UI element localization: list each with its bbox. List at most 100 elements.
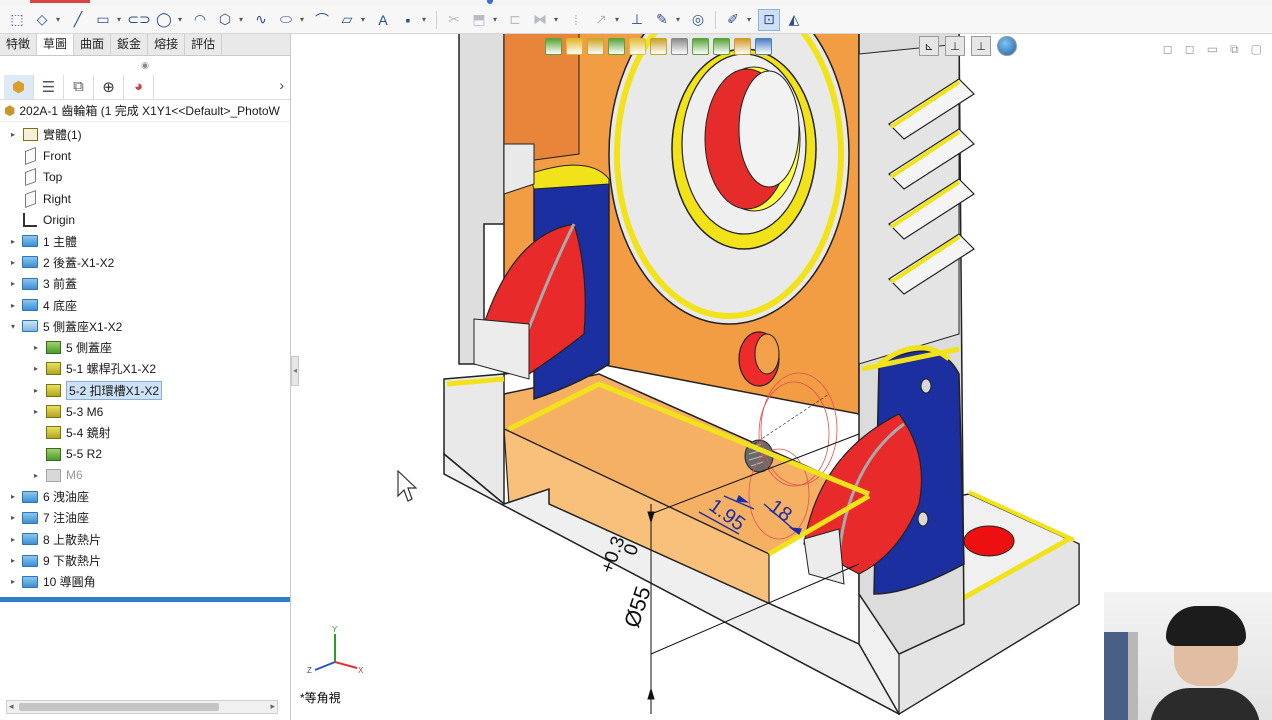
arc-icon[interactable]: ◠ [189,9,211,31]
dropdown-arrow-icon[interactable]: ▾ [554,15,562,24]
dropdown-arrow-icon[interactable]: ▾ [422,15,430,24]
restore-doc-icon[interactable]: ◻ [1163,42,1173,57]
text-icon[interactable]: A [372,9,394,31]
axis-view-3-icon[interactable]: ⊥ [971,36,991,56]
move-icon[interactable]: ↗ [590,9,612,31]
expand-arrow-icon[interactable]: ▸ [31,386,41,395]
property-manager-tab-icon[interactable]: ☰ [34,74,64,99]
scroll-right-icon[interactable]: ▸ [270,701,275,712]
panel-splitter[interactable]: ◂ [291,356,299,386]
dropdown-arrow-icon[interactable]: ▾ [676,15,684,24]
dimxpert-manager-tab-icon[interactable]: ⊕ [94,74,124,99]
graphics-viewport[interactable]: 1.95 18 +0.3 0 Ø55 ⊾ ⊥ ⊥ ◻ ◻ ▭ ⧉ ▢ Y X Z [299,34,1272,720]
feature-tree-item[interactable]: ▸ 7 注油座 [0,507,290,528]
feature-manager-tab-icon[interactable]: ⬢ [4,74,34,99]
feature-tree-item[interactable]: ▸ 1 主體 [0,230,290,251]
expand-arrow-icon[interactable]: ▸ [8,258,18,267]
expand-arrow-icon[interactable]: ▸ [8,301,18,310]
feature-tree-item[interactable]: 5-4 鏡射 [0,422,290,443]
rectangle-icon[interactable]: ▭ [92,9,114,31]
expand-arrow-icon[interactable]: ▸ [8,279,18,288]
command-tab[interactable]: 熔接 [148,34,186,55]
instant2d-icon[interactable]: ⊡ [758,8,780,31]
polygon-icon[interactable]: ⬡ [214,9,236,31]
zoom-area-icon[interactable] [566,38,583,55]
feature-tree-item[interactable]: ▸ 3 前蓋 [0,273,290,294]
shaded-sketch-icon[interactable]: ◭ [783,9,805,31]
fillet-icon[interactable]: ⌒ [311,9,333,31]
slot-icon[interactable]: ⊂⊃ [127,9,150,31]
feature-tree-item[interactable]: Front [0,145,290,166]
feature-tree-item[interactable]: Top [0,167,290,188]
hide-show-icon[interactable] [692,38,709,55]
command-tab[interactable]: 曲面 [74,34,112,55]
feature-tree-item[interactable]: ▸ M6 [0,465,290,486]
scroll-left-icon[interactable]: ◂ [9,701,14,712]
scrollbar-thumb[interactable] [19,703,219,711]
feature-tree-item[interactable]: Origin [0,209,290,230]
feature-tree-item[interactable]: ▸ 6 洩油座 [0,486,290,507]
expand-arrow-icon[interactable]: ▸ [8,492,18,501]
expand-arrow-icon[interactable]: ▸ [31,364,41,373]
smart-dimension-icon[interactable]: ◇ [31,9,53,31]
dynamic-annotation-icon[interactable] [629,38,646,55]
convert-entities-icon[interactable]: ⬒ [468,9,490,31]
feature-tree-item[interactable]: Right [0,188,290,209]
feature-tree-root[interactable]: ⬢ 202A-1 齒輪箱 (1 完成 X1Y1<<Default>_PhotoW [0,100,290,122]
axis-view-icon[interactable]: ⊾ [919,36,939,56]
axis-view-2-icon[interactable]: ⊥ [945,36,965,56]
feature-tree-item[interactable]: 5-5 R2 [0,443,290,464]
section-view-icon[interactable] [608,38,625,55]
display-style-icon[interactable] [671,38,688,55]
sketch-icon[interactable]: ⬚ [6,9,28,31]
expand-arrow-icon[interactable]: ▸ [8,513,18,522]
dropdown-arrow-icon[interactable]: ▾ [239,15,247,24]
display-manager-tab-icon[interactable]: ◕ [124,74,154,99]
dropdown-arrow-icon[interactable]: ▾ [178,15,186,24]
expand-arrow-icon[interactable]: ▸ [8,577,18,586]
command-tab[interactable]: 草圖 [37,34,75,55]
view-orientation-icon[interactable] [650,38,667,55]
feature-tree-item[interactable]: ▸ 5 側蓋座 [0,337,290,358]
spline-icon[interactable]: ∿ [250,9,272,31]
zoom-fit-icon[interactable] [545,38,562,55]
feature-tree-item[interactable]: ▸ 5-1 螺桿孔X1-X2 [0,358,290,379]
edit-appearance-icon[interactable] [713,38,730,55]
feature-tree-item[interactable]: ▸ 4 底座 [0,294,290,315]
expand-arrow-icon[interactable]: ▸ [31,343,41,352]
dropdown-arrow-icon[interactable]: ▾ [361,15,369,24]
horizontal-scrollbar[interactable]: ◂ ▸ [6,700,278,714]
expand-arrow-icon[interactable]: ▸ [8,556,18,565]
linear-pattern-icon[interactable]: ⁞ [565,9,587,31]
expand-arrow-icon[interactable]: ▸ [31,471,41,480]
previous-view-icon[interactable] [587,38,604,55]
line-icon[interactable]: ╱ [67,9,89,31]
minimize-doc-icon[interactable]: ▭ [1207,42,1218,57]
quick-snaps-icon[interactable]: ◎ [687,9,709,31]
apply-scene-icon[interactable] [734,38,751,55]
panel-collapse-handle[interactable]: ◉ [0,56,290,74]
repair-icon[interactable]: ✎ [651,9,673,31]
feature-tree-item[interactable]: ▸ 8 上散熱片 [0,529,290,550]
collapse-arrow-icon[interactable]: ▾ [8,322,18,331]
command-tab[interactable]: 特徵 [0,34,38,55]
rapid-sketch-icon[interactable]: ✐ [722,9,744,31]
point-icon[interactable]: ▪ [397,9,419,31]
plane-icon[interactable]: ▱ [336,9,358,31]
feature-tree-item[interactable]: ▸ 5-3 M6 [0,401,290,422]
dropdown-arrow-icon[interactable]: ▾ [300,15,308,24]
feature-tree-item[interactable]: ▸ 9 下散熱片 [0,550,290,571]
relations-icon[interactable]: ⊥ [626,9,648,31]
expand-arrow-icon[interactable]: ▸ [8,130,18,139]
mirror-icon[interactable]: ⧓ [529,9,551,31]
dropdown-arrow-icon[interactable]: ▾ [493,15,501,24]
maximize-doc-icon[interactable]: ⧉ [1230,42,1239,57]
close-doc-icon[interactable]: ▢ [1251,42,1262,57]
feature-tree-item[interactable]: ▸ 10 導圓角 [0,571,290,592]
feature-tree-item[interactable]: ▾ 5 側蓋座X1-X2 [0,316,290,337]
chevron-right-icon[interactable]: › [279,77,284,93]
expand-arrow-icon[interactable]: ▸ [8,237,18,246]
circle-icon[interactable]: ◯ [153,9,175,31]
trim-icon[interactable]: ✂ [443,9,465,31]
appearance-globe-icon[interactable] [997,36,1017,56]
